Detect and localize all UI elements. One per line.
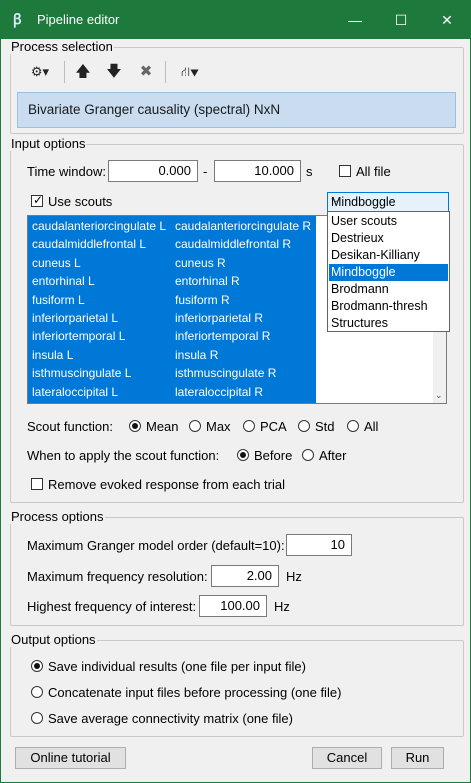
scout-function-all-label: All — [364, 419, 379, 434]
all-file-label: All file — [356, 164, 391, 179]
scout-item[interactable]: inferiortemporal R — [175, 329, 270, 343]
use-scouts-checkbox[interactable]: ✓ — [31, 193, 44, 207]
atlas-option-brodmann-thresh[interactable]: Brodmann-thresh — [329, 298, 448, 315]
scout-item[interactable]: caudalmiddlefrontal R — [175, 237, 291, 251]
minimize-icon[interactable]: — — [332, 1, 378, 39]
scout-item[interactable]: entorhinal L — [32, 274, 95, 288]
time-window-label: Time window: — [27, 164, 106, 179]
input-options-title: Input options — [10, 136, 87, 151]
run-button[interactable]: Run — [391, 747, 444, 769]
output-individual-label: Save individual results (one file per in… — [48, 659, 306, 674]
chevron-down-icon: ﹀ — [331, 199, 341, 210]
pipeline-tree-icon[interactable]: ⛙▾ — [171, 59, 209, 85]
scout-item[interactable]: fusiform R — [175, 293, 230, 307]
time-start-input[interactable]: 0.000 — [108, 160, 198, 182]
online-tutorial-button[interactable]: Online tutorial — [15, 747, 126, 769]
scout-function-pca-label: PCA — [260, 419, 287, 434]
process-options-title: Process options — [10, 509, 105, 524]
use-scouts-label: Use scouts — [48, 194, 113, 209]
title-bar[interactable]: ꞵ Pipeline editor — ☐ ✕ — [1, 1, 470, 39]
highest-freq-unit: Hz — [274, 599, 290, 614]
freq-resolution-input[interactable]: 2.00 — [211, 565, 279, 587]
scout-function-mean-radio[interactable] — [129, 420, 141, 432]
model-order-label: Maximum Granger model order (default=10)… — [27, 538, 285, 553]
scout-function-all-radio[interactable] — [347, 420, 359, 432]
scout-function-label: Scout function: — [27, 419, 113, 434]
scout-item[interactable]: inferiorparietal L — [32, 311, 118, 325]
freq-resolution-label: Maximum frequency resolution: — [27, 569, 208, 584]
when-apply-before-label: Before — [254, 448, 293, 463]
output-concatenate-label: Concatenate input files before processin… — [48, 685, 342, 700]
close-icon[interactable]: ✕ — [424, 1, 470, 39]
time-end-input[interactable]: 10.000 — [214, 160, 301, 182]
scout-item[interactable]: cuneus R — [175, 256, 226, 270]
remove-evoked-label: Remove evoked response from each trial — [48, 477, 286, 492]
toolbar-separator — [64, 61, 65, 83]
scout-item[interactable]: insula R — [175, 348, 218, 362]
scout-item[interactable]: entorhinal R — [175, 274, 240, 288]
all-file-checkbox[interactable] — [339, 165, 351, 177]
output-concatenate-radio[interactable] — [31, 686, 43, 698]
scout-item[interactable]: caudalmiddlefrontal L — [32, 237, 146, 251]
delete-icon[interactable]: ✖ — [134, 59, 158, 85]
output-individual-radio[interactable] — [31, 660, 43, 672]
cancel-button[interactable]: Cancel — [312, 747, 382, 769]
scroll-down-icon[interactable]: ⌄ — [435, 390, 443, 401]
time-unit-label: s — [306, 164, 313, 179]
atlas-option-user-scouts[interactable]: User scouts — [329, 213, 448, 230]
output-average-label: Save average connectivity matrix (one fi… — [48, 711, 293, 726]
pipeline-editor-window: ꞵ Pipeline editor — ☐ ✕ Process selectio… — [0, 0, 471, 783]
scout-function-max-radio[interactable] — [189, 420, 201, 432]
scout-item[interactable]: inferiorparietal R — [175, 311, 263, 325]
atlas-option-brodmann[interactable]: Brodmann — [329, 281, 448, 298]
atlas-option-desikan-killiany[interactable]: Desikan-Killiany — [329, 247, 448, 264]
atlas-option-structures[interactable]: Structures — [329, 315, 448, 332]
remove-evoked-checkbox[interactable] — [31, 478, 43, 490]
when-apply-after-radio[interactable] — [302, 449, 314, 461]
atlas-combobox[interactable]: Mindboggle ﹀ — [327, 192, 449, 212]
scout-item[interactable]: cuneus L — [32, 256, 81, 270]
when-apply-label: When to apply the scout function: — [27, 448, 220, 463]
scout-function-std-radio[interactable] — [298, 420, 310, 432]
scout-list-scrollbar[interactable]: ⌄ — [433, 331, 446, 403]
scout-item[interactable]: insula L — [32, 348, 73, 362]
check-icon: ✓ — [33, 193, 44, 207]
move-up-icon[interactable]: 🡅 — [71, 59, 95, 85]
output-options-title: Output options — [10, 632, 97, 647]
selected-process-label: Bivariate Granger causality (spectral) N… — [28, 102, 281, 117]
window-title: Pipeline editor — [37, 12, 120, 27]
scout-item[interactable]: caudalanteriorcingulate R — [175, 219, 311, 233]
gear-menu-icon[interactable]: ⚙▾ — [23, 59, 57, 85]
model-order-input[interactable]: 10 — [286, 534, 352, 556]
time-dash: - — [203, 164, 208, 179]
scout-item[interactable]: isthmuscingulate R — [175, 366, 276, 380]
scout-item[interactable]: fusiform L — [32, 293, 85, 307]
toolbar-separator — [165, 61, 166, 83]
scout-function-pca-radio[interactable] — [243, 420, 255, 432]
scout-item[interactable]: isthmuscingulate L — [32, 366, 131, 380]
maximize-icon[interactable]: ☐ — [378, 1, 424, 39]
scout-item[interactable]: caudalanteriorcingulate L — [32, 219, 166, 233]
atlas-option-mindboggle[interactable]: Mindboggle — [329, 264, 448, 281]
highest-freq-input[interactable]: 100.00 — [199, 595, 267, 617]
when-apply-before-radio[interactable] — [237, 449, 249, 461]
scout-function-std-label: Std — [315, 419, 335, 434]
move-down-icon[interactable]: 🡇 — [102, 59, 126, 85]
scout-function-mean-label: Mean — [146, 419, 179, 434]
selected-process-item[interactable]: Bivariate Granger causality (spectral) N… — [17, 92, 456, 128]
atlas-dropdown-list: User scouts Destrieux Desikan-Killiany M… — [327, 211, 450, 332]
scout-item[interactable]: inferiortemporal L — [32, 329, 125, 343]
output-average-radio[interactable] — [31, 712, 43, 724]
freq-resolution-unit: Hz — [286, 569, 302, 584]
scout-item[interactable]: lateraloccipital R — [175, 385, 263, 399]
process-selection-title: Process selection — [10, 39, 114, 54]
when-apply-after-label: After — [319, 448, 347, 463]
atlas-option-destrieux[interactable]: Destrieux — [329, 230, 448, 247]
brainstorm-icon: ꞵ — [13, 12, 22, 28]
highest-freq-label: Highest frequency of interest: — [27, 599, 197, 614]
scout-function-max-label: Max — [206, 419, 231, 434]
scout-item[interactable]: lateraloccipital L — [32, 385, 118, 399]
